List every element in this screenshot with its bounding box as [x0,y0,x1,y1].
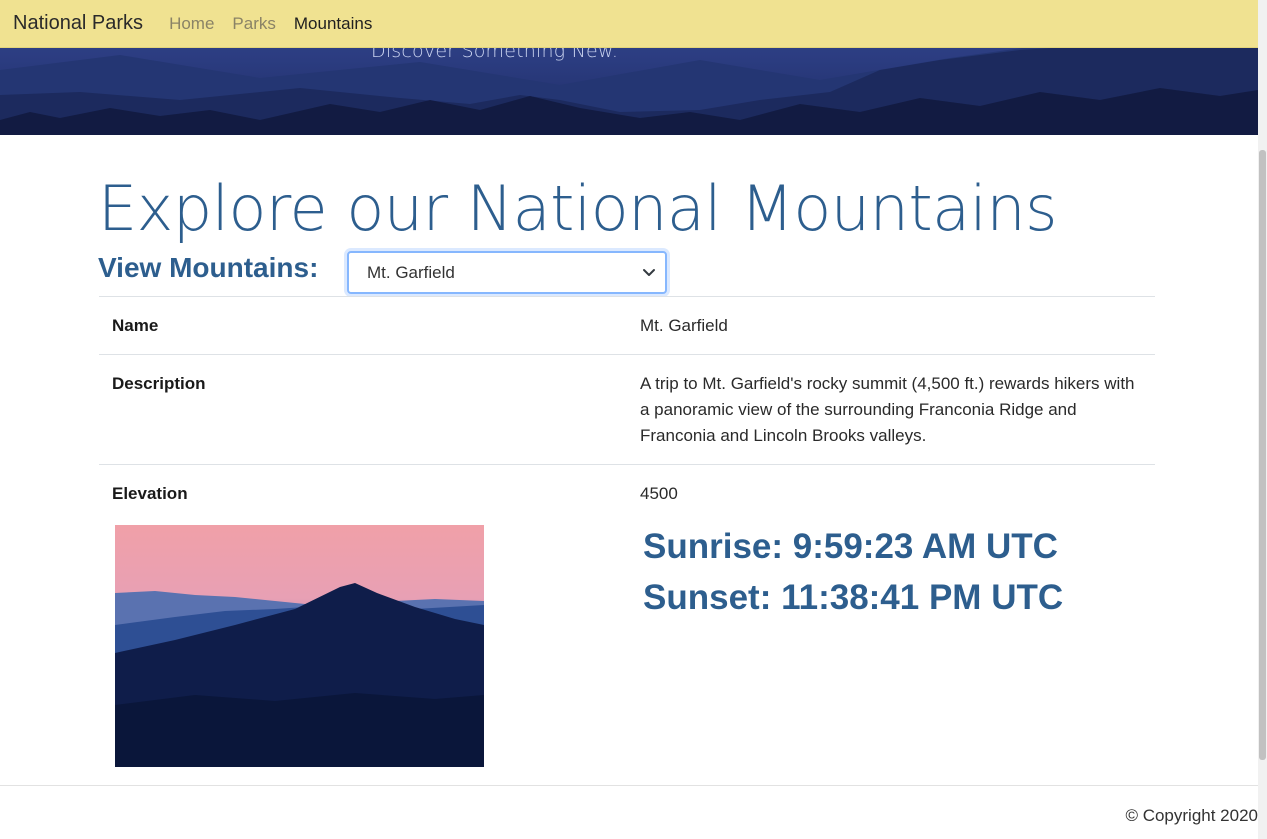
nav-parks-link[interactable]: Parks [232,14,275,34]
mountain-photo [115,525,484,767]
footer-divider [0,785,1258,786]
table-row: Description A trip to Mt. Garfield's roc… [99,354,1155,465]
nav-home-link[interactable]: Home [169,14,214,34]
name-label: Name [99,296,627,355]
table-row: Elevation 4500 [99,464,1155,522]
name-value: Mt. Garfield [627,296,1155,355]
mountain-select[interactable]: Mt. Garfield [347,251,667,294]
description-value: A trip to Mt. Garfield's rocky summit (4… [627,354,1155,465]
nav-mountains-link[interactable]: Mountains [294,14,372,34]
mountain-photo-image [115,525,484,767]
elevation-label: Elevation [99,464,627,522]
scrollbar-thumb[interactable] [1259,150,1266,760]
chevron-down-icon [643,269,655,276]
copyright-text: © Copyright 2020 [1125,806,1258,825]
elevation-value: 4500 [627,464,1155,522]
description-label: Description [99,354,627,465]
mountain-select-value: Mt. Garfield [367,262,455,282]
view-mountains-label: View Mountains: [98,252,319,283]
sunset-time: Sunset: 11:38:41 PM UTC [643,578,1064,617]
page-title: Explore our National Mountains [98,172,1058,245]
top-navbar: National Parks Home Parks Mountains [0,0,1258,48]
table-row: Name Mt. Garfield [99,296,1155,355]
brand-link[interactable]: National Parks [13,12,143,35]
mountain-details-table: Name Mt. Garfield Description A trip to … [99,296,1155,522]
sunrise-time: Sunrise: 9:59:23 AM UTC [643,527,1058,566]
page-scrollbar[interactable] [1258,0,1267,839]
